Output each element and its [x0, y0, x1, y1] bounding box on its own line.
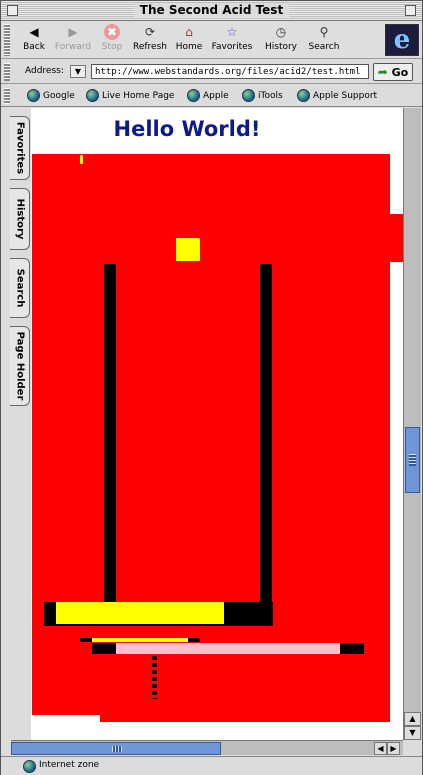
vertical-scroll-thumb[interactable] [405, 427, 420, 493]
back-arrow-icon: ◀ [29, 25, 39, 39]
favorites-label: Favorites [211, 42, 253, 52]
yellow-thin-line [92, 638, 188, 642]
history-button[interactable]: ◷ History [262, 24, 300, 52]
yellow-bar [56, 602, 224, 624]
globe-icon [23, 760, 36, 773]
tab-page-holder[interactable]: Page Holder [10, 326, 30, 406]
globe-icon [297, 89, 310, 102]
status-bar: Internet zone [1, 756, 422, 775]
white-notch [41, 719, 55, 722]
explorer-bar-tabs: Favorites History Search Page Holder [1, 108, 31, 754]
red-overflow-block [390, 214, 403, 262]
go-label: Go [391, 66, 409, 79]
yellow-speck [80, 155, 83, 164]
favorite-label: Live Home Page [102, 91, 175, 101]
favorite-apple[interactable]: Apple [187, 89, 229, 102]
favorite-label: Apple Support [313, 91, 378, 101]
favorite-label: iTools [258, 91, 283, 101]
favorite-google[interactable]: Google [27, 89, 75, 102]
address-bar: Address: ▼ http://www.webstandards.org/f… [1, 60, 422, 84]
refresh-label: Refresh [133, 42, 167, 52]
security-zone-text: Internet zone [39, 760, 100, 770]
globe-icon [187, 89, 200, 102]
yellow-eye-block [176, 238, 200, 261]
mouth-pink-bar [116, 643, 340, 654]
right-black-bar [260, 264, 272, 614]
page-heading: Hello World! [113, 117, 261, 141]
window-title: The Second Acid Test [133, 3, 290, 17]
history-clock-icon: ◷ [275, 25, 287, 39]
scroll-left-button[interactable]: ◀ [374, 742, 387, 755]
scroll-right-button[interactable]: ▶ [387, 742, 400, 755]
tab-search-label: Search [14, 268, 25, 308]
collapse-box[interactable] [405, 5, 416, 16]
back-button[interactable]: ◀ Back [21, 24, 47, 52]
left-arrow-icon: ◀ [377, 744, 384, 753]
down-arrow-icon: ▼ [409, 728, 416, 737]
close-box[interactable] [7, 5, 18, 16]
up-arrow-icon: ▲ [409, 714, 416, 723]
back-label: Back [23, 42, 45, 52]
left-black-bar [104, 264, 116, 602]
tab-favorites-label: Favorites [14, 121, 25, 175]
grip-lines-icon [409, 454, 416, 466]
favorite-apple-support[interactable]: Apple Support [297, 89, 377, 102]
browser-window: The Second Acid Test ◀ Back ▶ Forward ✖ … [0, 0, 423, 775]
scroll-up-button[interactable]: ▲ [404, 712, 421, 726]
horizontal-scrollbar[interactable]: ◀ ▶ [11, 740, 403, 755]
favorite-live-home-page[interactable]: Live Home Page [86, 89, 174, 102]
toolbar-grip[interactable] [4, 24, 10, 56]
acid-face-red-area [32, 154, 390, 722]
title-bar[interactable]: The Second Acid Test [1, 1, 422, 21]
toolbar: ◀ Back ▶ Forward ✖ Stop ⟳ Refresh ⌂ Home… [1, 21, 422, 59]
refresh-button[interactable]: ⟳ Refresh [131, 24, 169, 52]
vertical-scrollbar[interactable]: ▲ ▼ [403, 108, 421, 740]
tab-history[interactable]: History [10, 188, 30, 250]
favorites-bar-grip[interactable] [4, 88, 10, 104]
tab-page-holder-label: Page Holder [14, 331, 25, 401]
address-label: Address: [25, 66, 64, 76]
go-arrow-icon: ➦ [377, 65, 388, 79]
globe-icon [242, 89, 255, 102]
scroll-down-button[interactable]: ▼ [404, 726, 421, 740]
tab-search[interactable]: Search [10, 258, 30, 318]
refresh-icon: ⟳ [144, 25, 156, 39]
page-content: Hello World! [31, 108, 403, 740]
forward-label: Forward [54, 42, 92, 52]
globe-icon [27, 89, 40, 102]
address-grip[interactable] [4, 63, 10, 81]
address-input[interactable]: http://www.webstandards.org/files/acid2/… [91, 64, 369, 79]
search-icon: ⚲ [319, 25, 329, 39]
favorites-icon: ☆ [226, 25, 238, 39]
chevron-down-icon: ▼ [74, 67, 82, 76]
history-label: History [264, 42, 298, 52]
forward-button[interactable]: ▶ Forward [53, 24, 93, 52]
favorites-bar: Google Live Home Page Apple iTools Apple… [1, 85, 422, 107]
globe-icon [86, 89, 99, 102]
ie-logo: e [385, 24, 419, 56]
address-dropdown-button[interactable]: ▼ [70, 65, 86, 78]
tab-history-label: History [14, 198, 25, 240]
go-button[interactable]: ➦ Go [373, 63, 413, 81]
dashed-black-line [152, 656, 157, 699]
stop-button[interactable]: ✖ Stop [99, 24, 125, 52]
favorite-label: Apple [203, 91, 229, 101]
horizontal-scroll-thumb[interactable] [11, 742, 221, 755]
home-button[interactable]: ⌂ Home [175, 24, 203, 52]
home-label: Home [175, 42, 203, 52]
favorite-label: Google [43, 91, 75, 101]
favorite-itools[interactable]: iTools [242, 89, 283, 102]
grip-lines-icon [112, 746, 122, 752]
stop-icon: ✖ [104, 24, 120, 40]
search-label: Search [308, 42, 340, 52]
favorites-button[interactable]: ☆ Favorites [209, 24, 255, 52]
stop-label: Stop [101, 42, 123, 52]
home-icon: ⌂ [185, 25, 193, 39]
right-arrow-icon: ▶ [390, 744, 397, 753]
search-button[interactable]: ⚲ Search [306, 24, 342, 52]
forward-arrow-icon: ▶ [68, 25, 78, 39]
tab-favorites[interactable]: Favorites [10, 116, 30, 180]
